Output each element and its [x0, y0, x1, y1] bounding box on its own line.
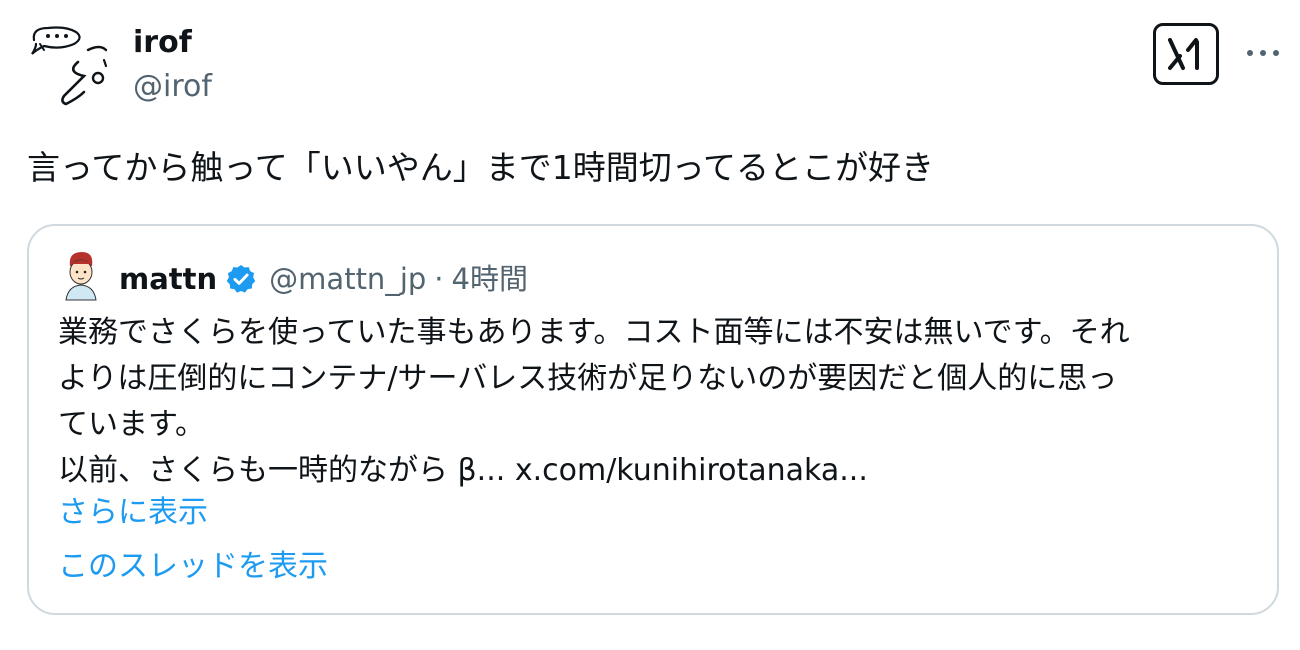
author-info: irof @irof — [133, 22, 212, 108]
show-more-link[interactable]: さらに表示 — [58, 490, 208, 536]
author-display-name[interactable]: irof — [133, 22, 212, 64]
quote-timestamp[interactable]: 4時間 — [452, 259, 528, 299]
verified-badge-icon — [226, 265, 256, 293]
tweet-text: 言ってから触って「いいやん」まで1時間切ってるとこが好き — [27, 148, 935, 187]
quote-text-line: 以前、さくらも一時的ながら β... x.com/kunihirotanaka.… — [58, 453, 868, 488]
quote-author-handle[interactable]: @mattn_jp — [269, 259, 426, 299]
quote-text-line: よりは圧倒的にコンテナ/サーバレス技術が足りないのが要因だと個人的に思っ — [58, 361, 1118, 396]
x-logo-glyph — [1168, 38, 1199, 70]
quote-text-line: ています。 — [58, 407, 205, 442]
quote-text-line: 業務でさくらを使っていた事もあります。コスト面等には不安は無いです。それ — [58, 315, 1130, 350]
x-logo-icon[interactable] — [1153, 23, 1219, 85]
quote-text: 業務でさくらを使っていた事もあります。コスト面等には不安は無いです。それ よりは… — [58, 310, 1258, 494]
doodle-avatar-icon — [31, 26, 108, 106]
quote-author-avatar[interactable] — [56, 248, 106, 302]
quote-separator: · — [434, 262, 444, 296]
more-options-icon[interactable] — [1243, 36, 1283, 70]
show-thread-link[interactable]: このスレッドを表示 — [58, 544, 328, 590]
quote-header: mattn @mattn_jp · 4時間 — [119, 259, 528, 299]
quote-author-name[interactable]: mattn — [119, 259, 217, 299]
quote-avatar-illustration — [65, 252, 97, 301]
author-avatar[interactable] — [26, 20, 118, 112]
quoted-tweet-card[interactable]: mattn @mattn_jp · 4時間 業務でさくらを使っていた事もあります… — [27, 224, 1279, 615]
author-handle[interactable]: @irof — [133, 66, 212, 108]
embedded-tweet: irof @irof 言ってから触って「いいやん」まで1時間切ってるとこが好き — [0, 0, 1300, 650]
more-dots-glyph — [1247, 50, 1279, 56]
